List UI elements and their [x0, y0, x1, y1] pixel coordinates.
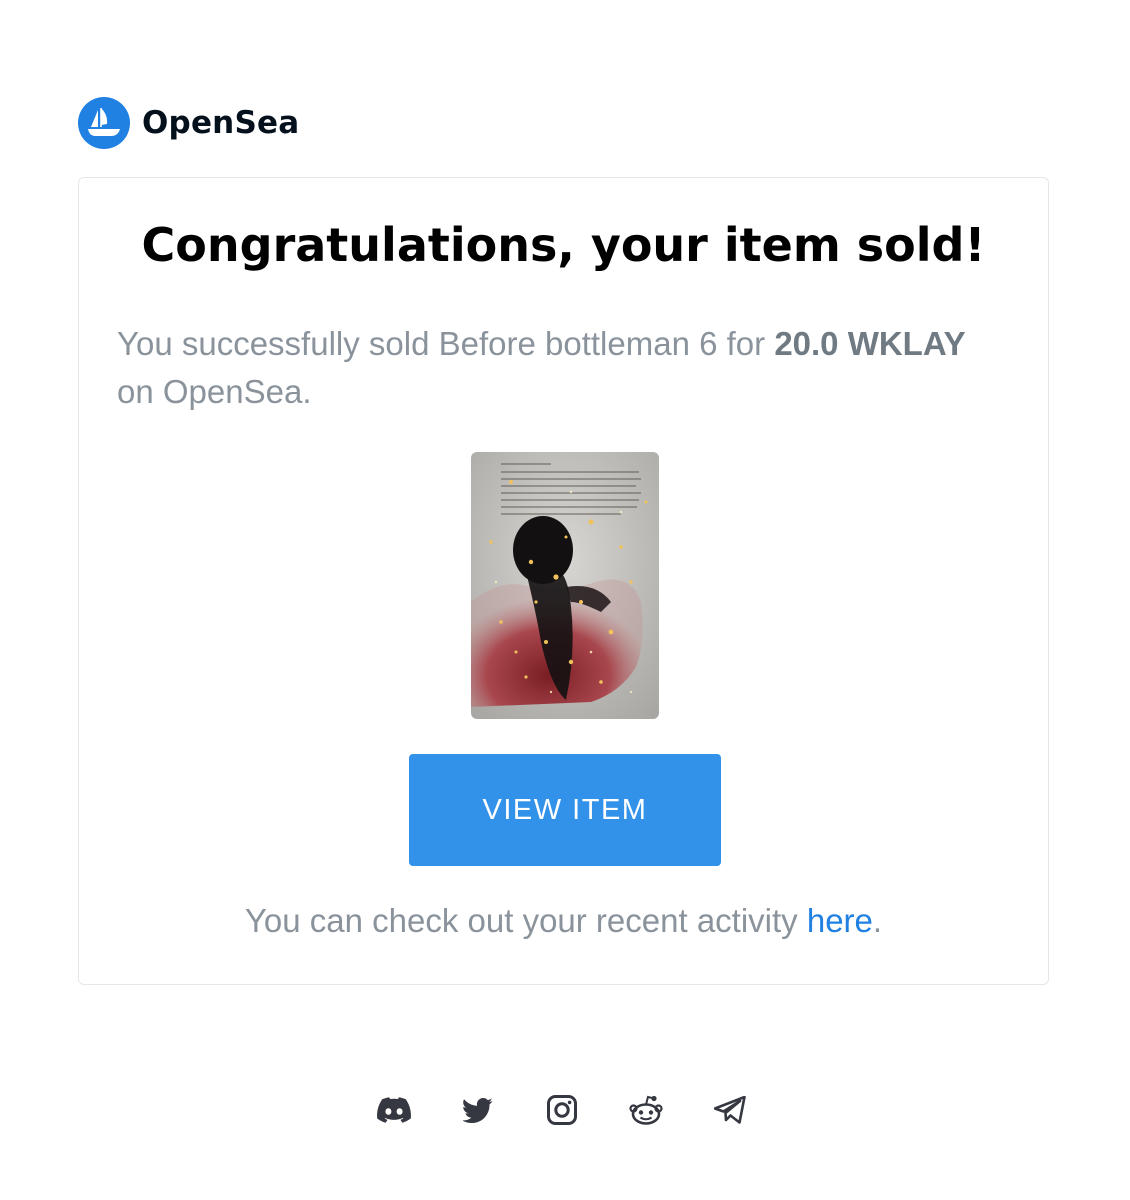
sale-price: 20.0 WKLAY — [774, 325, 966, 362]
opensea-ship-icon — [78, 97, 130, 149]
sale-message-suffix: on OpenSea. — [117, 373, 312, 410]
instagram-icon[interactable] — [544, 1092, 580, 1128]
activity-message: You can check out your recent activity h… — [79, 902, 1048, 940]
social-links — [376, 1092, 748, 1128]
item-image[interactable] — [471, 452, 659, 719]
view-item-button[interactable]: VIEW ITEM — [409, 754, 721, 866]
twitter-icon[interactable] — [460, 1092, 496, 1128]
brand-name: OpenSea — [142, 105, 300, 141]
headline: Congratulations, your item sold! — [141, 218, 986, 272]
discord-icon[interactable] — [376, 1092, 412, 1128]
notification-card: Congratulations, your item sold! You suc… — [78, 177, 1049, 985]
activity-link[interactable]: here — [807, 902, 873, 939]
telegram-icon[interactable] — [712, 1092, 748, 1128]
activity-message-suffix: . — [872, 902, 883, 939]
opensea-logo[interactable]: OpenSea — [78, 96, 299, 150]
reddit-icon[interactable] — [628, 1092, 664, 1128]
sale-message: You successfully sold Before bottleman 6… — [117, 320, 977, 416]
sale-message-prefix: You successfully sold Before bottleman 6… — [117, 325, 775, 362]
activity-message-prefix: You can check out your recent activity — [244, 902, 807, 939]
